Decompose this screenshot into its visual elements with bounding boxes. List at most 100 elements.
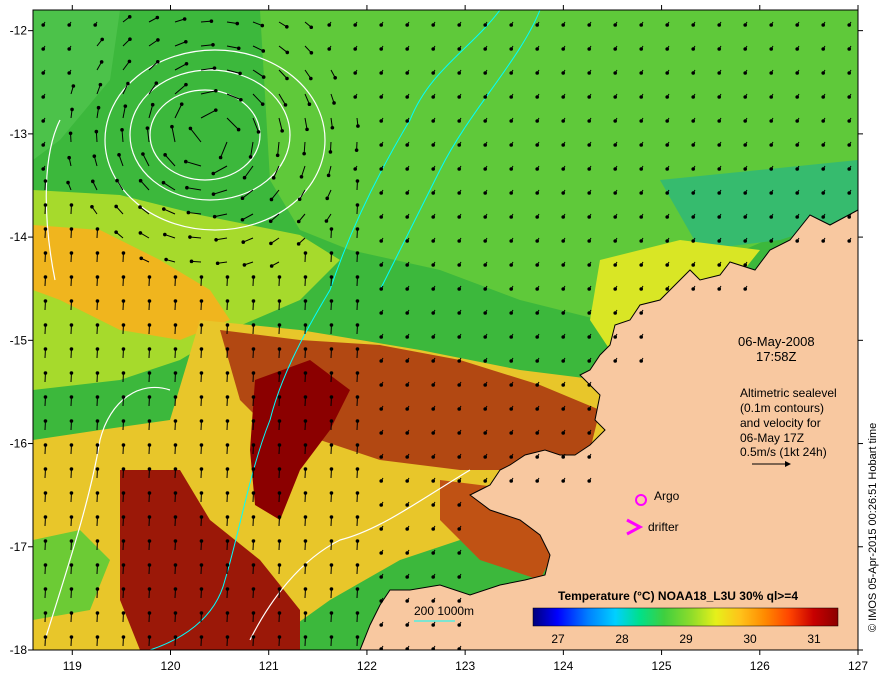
velocity-arrow-head xyxy=(355,515,360,519)
velocity-arrow-head xyxy=(691,167,695,171)
velocity-arrow-head xyxy=(199,563,204,567)
velocity-arrow-head xyxy=(587,167,591,171)
velocity-arrow-head xyxy=(769,119,773,123)
velocity-arrow-head xyxy=(115,178,119,183)
velocity-arrow-head xyxy=(329,395,334,399)
velocity-arrow-head xyxy=(691,239,695,243)
velocity-arrow-head xyxy=(457,263,462,267)
velocity-arrow-head xyxy=(639,47,643,51)
velocity-arrow-head xyxy=(277,563,282,567)
velocity-arrow-head xyxy=(121,515,126,519)
velocity-arrow-head xyxy=(355,587,360,591)
velocity-arrow-head xyxy=(847,215,851,219)
velocity-arrow-head xyxy=(587,215,591,219)
velocity-arrow-head xyxy=(215,261,220,266)
velocity-arrow-head xyxy=(95,275,100,279)
velocity-arrow-head xyxy=(173,611,178,615)
velocity-arrow-head xyxy=(717,23,721,27)
velocity-arrow-head xyxy=(296,219,301,224)
velocity-arrow-head xyxy=(225,611,230,615)
velocity-arrow-head xyxy=(587,263,591,267)
velocity-arrow-head xyxy=(355,323,360,327)
velocity-arrow-head xyxy=(405,623,410,627)
x-tick-label: 126 xyxy=(750,659,770,673)
velocity-arrow-head xyxy=(218,155,223,160)
velocity-arrow-head xyxy=(717,287,721,291)
velocity-arrow-head xyxy=(69,515,74,519)
velocity-arrow-head xyxy=(251,515,256,519)
velocity-arrow-head xyxy=(405,287,410,291)
velocity-arrow-head xyxy=(405,23,410,27)
velocity-arrow-head xyxy=(847,47,851,51)
velocity-arrow-head xyxy=(561,71,565,75)
velocity-arrow-head xyxy=(457,215,462,219)
velocity-arrow-head xyxy=(717,191,721,195)
velocity-arrow-head xyxy=(795,167,799,171)
velocity-arrow-head xyxy=(155,15,160,20)
velocity-arrow-head xyxy=(431,119,436,123)
velocity-arrow-head xyxy=(587,455,591,459)
velocity-arrow-head xyxy=(483,23,488,27)
velocity-arrow-head xyxy=(277,443,282,447)
velocity-arrow-head xyxy=(587,359,591,363)
velocity-arrow-head xyxy=(405,119,410,123)
velocity-arrow-head xyxy=(242,175,247,180)
velocity-arrow-head xyxy=(277,347,282,351)
velocity-arrow-head xyxy=(457,143,462,147)
velocity-arrow-head xyxy=(329,323,334,327)
velocity-arrow-head xyxy=(163,232,167,237)
map-plot xyxy=(33,10,858,650)
velocity-arrow-head xyxy=(431,143,436,147)
velocity-arrow-head xyxy=(405,575,410,579)
velocity-arrow-head xyxy=(329,347,334,351)
velocity-arrow-head xyxy=(379,503,384,507)
velocity-arrow-head xyxy=(457,119,462,123)
velocity-arrow-head xyxy=(639,335,643,339)
velocity-arrow-head xyxy=(184,82,188,87)
velocity-arrow-head xyxy=(170,124,174,129)
velocity-arrow-head xyxy=(535,407,539,411)
velocity-arrow-head xyxy=(847,119,851,123)
velocity-arrow-head xyxy=(69,227,74,231)
velocity-arrow-head xyxy=(405,239,410,243)
velocity-arrow-head xyxy=(587,287,591,291)
velocity-arrow-head xyxy=(509,215,513,219)
velocity-arrow-head xyxy=(277,515,282,519)
velocity-arrow-head xyxy=(509,143,513,147)
velocity-arrow-head xyxy=(355,251,360,255)
velocity-arrow-head xyxy=(121,347,126,351)
velocity-arrow-head xyxy=(251,347,256,351)
colorbar xyxy=(532,607,839,627)
velocity-arrow-head xyxy=(285,76,289,81)
velocity-arrow-head xyxy=(173,275,178,279)
velocity-arrow-head xyxy=(121,467,126,471)
velocity-arrow-head xyxy=(405,95,410,99)
velocity-arrow-head xyxy=(847,239,851,243)
velocity-arrow-head xyxy=(173,371,178,375)
velocity-arrow-head xyxy=(43,275,48,279)
velocity-arrow-head xyxy=(95,299,100,303)
velocity-arrow-head xyxy=(225,395,230,399)
velocity-arrow-head xyxy=(275,153,280,158)
velocity-arrow-head xyxy=(795,239,799,243)
velocity-arrow-head xyxy=(509,335,513,339)
velocity-arrow-head xyxy=(248,155,253,159)
velocity-arrow-head xyxy=(302,151,306,156)
velocity-arrow-head xyxy=(303,467,308,471)
velocity-arrow-head xyxy=(127,15,132,19)
velocity-arrow-head xyxy=(184,39,188,44)
velocity-arrow-head xyxy=(379,119,384,123)
velocity-arrow-head xyxy=(251,299,256,303)
velocity-arrow-head xyxy=(743,71,747,75)
velocity-arrow-head xyxy=(69,419,74,423)
velocity-arrow-head xyxy=(43,347,48,351)
velocity-arrow-head xyxy=(353,71,358,75)
velocity-arrow-head xyxy=(354,148,359,152)
velocity-arrow-head xyxy=(41,71,45,75)
velocity-arrow-head xyxy=(613,287,617,291)
velocity-arrow-head xyxy=(90,179,95,184)
velocity-arrow-head xyxy=(225,419,230,423)
velocity-arrow-head xyxy=(431,527,436,531)
velocity-arrow-head xyxy=(269,264,274,268)
velocity-arrow-head xyxy=(457,503,462,507)
